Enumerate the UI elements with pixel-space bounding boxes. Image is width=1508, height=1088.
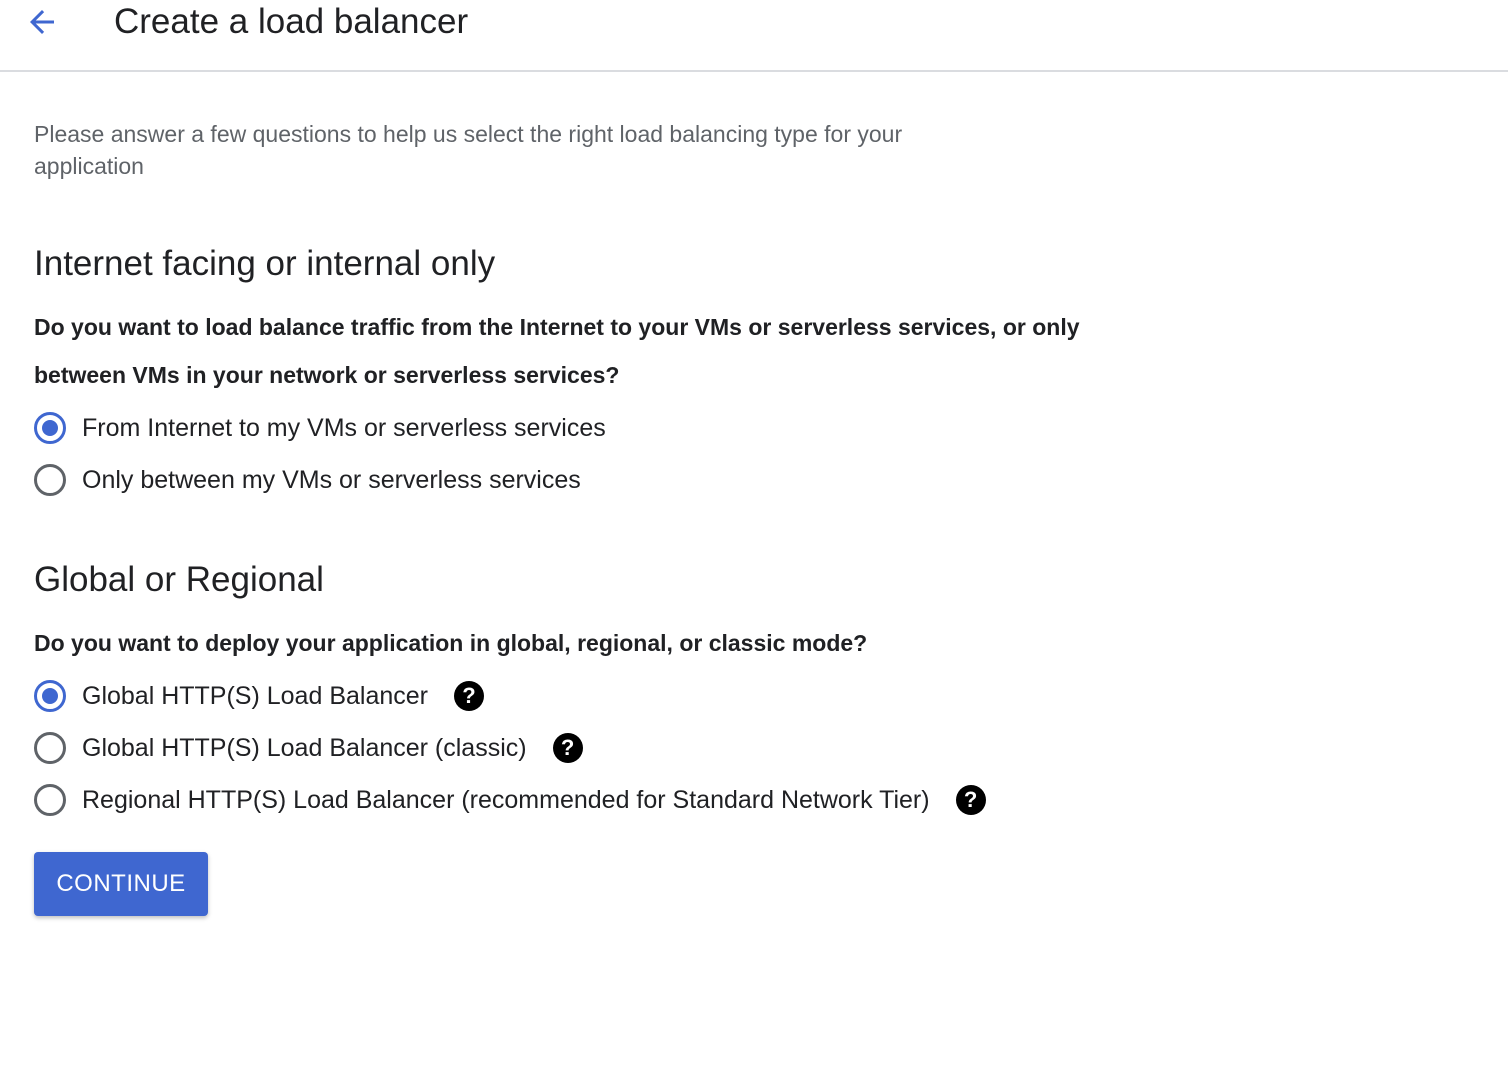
radio-label: Global HTTP(S) Load Balancer bbox=[82, 682, 428, 710]
top-bar: Create a load balancer bbox=[0, 0, 1508, 72]
section-title-internet: Internet facing or internal only bbox=[34, 244, 496, 283]
radio-option-global-http-classic[interactable]: Global HTTP(S) Load Balancer (classic) ? bbox=[34, 722, 583, 774]
radio-option-global-http[interactable]: Global HTTP(S) Load Balancer ? bbox=[34, 670, 484, 722]
radio-option-from-internet[interactable]: From Internet to my VMs or serverless se… bbox=[34, 402, 606, 454]
radio-button[interactable] bbox=[34, 784, 66, 816]
radio-button[interactable] bbox=[34, 680, 66, 712]
question-global: Do you want to deploy your application i… bbox=[34, 630, 868, 656]
continue-button[interactable]: CONTINUE bbox=[34, 852, 208, 916]
intro-text: Please answer a few questions to help us… bbox=[34, 121, 903, 179]
radio-option-regional-http[interactable]: Regional HTTP(S) Load Balancer (recommen… bbox=[34, 774, 986, 826]
radio-button[interactable] bbox=[34, 464, 66, 496]
help-icon[interactable]: ? bbox=[955, 785, 986, 815]
back-button[interactable] bbox=[22, 2, 62, 42]
help-icon[interactable]: ? bbox=[453, 681, 484, 711]
radio-label: Regional HTTP(S) Load Balancer (recommen… bbox=[82, 786, 930, 814]
radio-option-only-between[interactable]: Only between my VMs or serverless servic… bbox=[34, 454, 581, 506]
radio-label: Only between my VMs or serverless servic… bbox=[82, 466, 581, 494]
question-internet: Do you want to load balance traffic from… bbox=[34, 314, 1080, 388]
page-title: Create a load balancer bbox=[114, 2, 469, 41]
section-title-global: Global or Regional bbox=[34, 560, 324, 599]
radio-button[interactable] bbox=[34, 732, 66, 764]
help-icon[interactable]: ? bbox=[552, 733, 583, 763]
radio-label: From Internet to my VMs or serverless se… bbox=[82, 414, 606, 442]
arrow-back-icon bbox=[30, 10, 54, 34]
radio-button[interactable] bbox=[34, 412, 66, 444]
radio-label: Global HTTP(S) Load Balancer (classic) bbox=[82, 734, 527, 762]
